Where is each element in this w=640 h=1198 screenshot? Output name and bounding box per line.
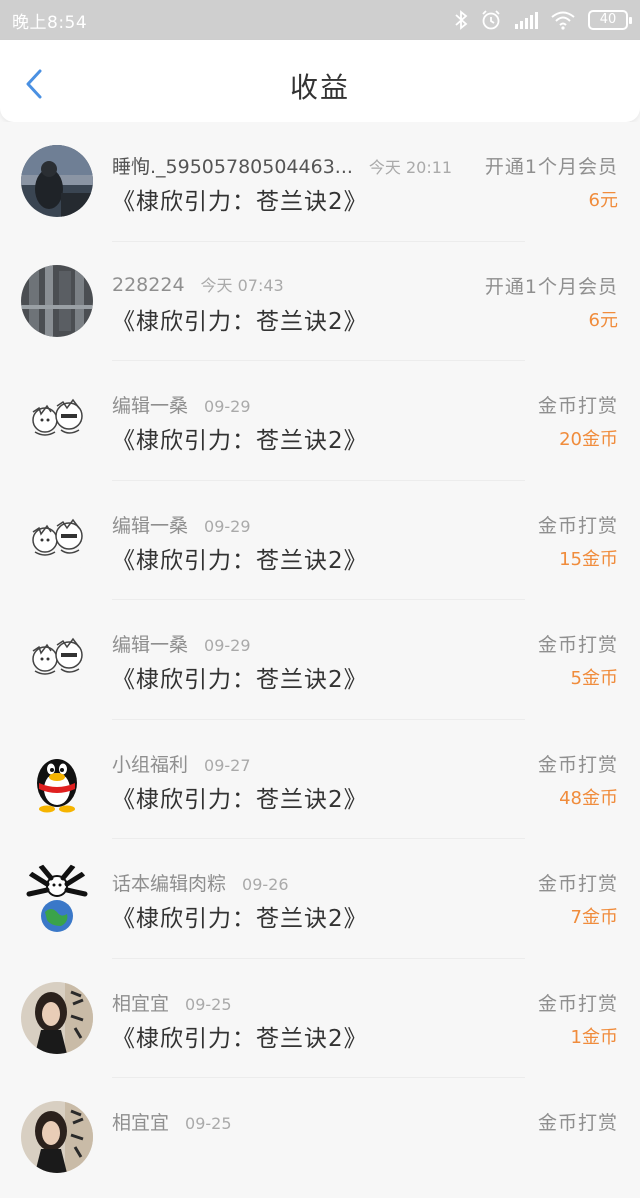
record-date: 09-27	[204, 755, 251, 775]
avatar	[21, 742, 93, 815]
earning-amount: 5金币	[570, 668, 618, 689]
avatar	[21, 623, 93, 695]
book-title: 《棣欣引力：苍兰诀2》	[112, 667, 368, 693]
record-date: 09-25	[185, 994, 232, 1014]
list-item[interactable]: 228224 今天 07:43 《棣欣引力：苍兰诀2》 开通1个月会员 6元	[0, 241, 640, 361]
sender-line: 话本编辑肉粽 09-26	[112, 869, 289, 896]
sender-name: 编辑一桑	[112, 634, 189, 656]
sender-line: 相宜宜 09-25	[112, 1108, 232, 1135]
earning-amount: 1金币	[570, 1026, 618, 1048]
record-date: 今天 07:43	[200, 275, 284, 295]
sender-line: 编辑一桑 09-29	[112, 391, 251, 418]
earning-type: 金币打赏	[537, 873, 618, 895]
earning-amount: 6元	[588, 190, 618, 211]
list-item[interactable]: 话本编辑肉粽 09-26 《棣欣引力：苍兰诀2》 金币打赏 7金币	[0, 839, 640, 959]
avatar	[21, 862, 93, 934]
sender-line: 睡恂._59505780504463... 今天 20:11	[112, 152, 452, 179]
battery-icon: 40	[588, 10, 632, 30]
alarm-icon	[480, 9, 502, 31]
sender-name: 相宜宜	[112, 1112, 170, 1134]
list-item[interactable]: 小组福利 09-27 《棣欣引力：苍兰诀2》 金币打赏 48金币	[0, 719, 640, 839]
earning-type: 开通1个月会员	[484, 156, 618, 178]
list-item[interactable]: 睡恂._59505780504463... 今天 20:11 《棣欣引力：苍兰诀2…	[0, 122, 640, 242]
list-item[interactable]: 相宜宜 09-25 《棣欣引力：苍兰诀2》 金币打赏 1金币	[0, 958, 640, 1078]
sender-name: 小组福利	[112, 753, 189, 776]
status-bar: 晚上8:54 40	[0, 0, 640, 40]
status-icons: 40	[454, 9, 632, 31]
sender-line: 编辑一桑 09-29	[112, 630, 251, 657]
book-title: 《棣欣引力：苍兰诀2》	[112, 308, 368, 335]
record-date: 09-29	[204, 516, 251, 536]
list-item[interactable]: 编辑一桑 09-29 《棣欣引力：苍兰诀2》 金币打赏 20金币	[0, 361, 640, 481]
earning-type: 金币打赏	[537, 753, 618, 776]
record-date: 09-25	[185, 1114, 232, 1133]
sender-line: 小组福利 09-27	[112, 750, 251, 777]
book-title: 《棣欣引力：苍兰诀2》	[112, 189, 368, 215]
signal-icon	[514, 11, 538, 29]
earning-amount: 20金币	[559, 429, 618, 450]
avatar	[21, 264, 93, 337]
earning-type: 开通1个月会员	[484, 275, 618, 298]
header-bar: 收益	[0, 40, 640, 122]
record-date: 09-29	[204, 636, 251, 655]
book-title: 《棣欣引力：苍兰诀2》	[112, 1025, 368, 1052]
earnings-list: 睡恂._59505780504463... 今天 20:11 《棣欣引力：苍兰诀2…	[0, 122, 640, 1198]
sender-line: 228224 今天 07:43	[112, 272, 284, 296]
sender-name: 编辑一桑	[112, 395, 189, 417]
page-title: 收益	[289, 71, 350, 104]
sender-name: 睡恂._59505780504463...	[112, 156, 353, 178]
sender-name: 话本编辑肉粽	[112, 873, 227, 895]
book-title: 《棣欣引力：苍兰诀2》	[112, 547, 368, 574]
book-title: 《棣欣引力：苍兰诀2》	[112, 786, 368, 813]
earning-type: 金币打赏	[537, 514, 618, 537]
list-item[interactable]: 编辑一桑 09-29 《棣欣引力：苍兰诀2》 金币打赏 5金币	[0, 600, 640, 720]
earning-type: 金币打赏	[537, 395, 618, 417]
avatar	[21, 1101, 93, 1173]
earning-type: 金币打赏	[537, 992, 618, 1015]
bluetooth-icon	[454, 10, 468, 30]
avatar	[21, 384, 93, 456]
avatar	[21, 981, 93, 1054]
record-date: 09-26	[242, 875, 289, 894]
record-date: 今天 20:11	[368, 158, 453, 177]
earning-amount: 48金币	[559, 787, 618, 809]
earning-type: 金币打赏	[537, 634, 618, 656]
sender-name: 228224	[112, 273, 185, 296]
avatar	[21, 145, 93, 217]
book-title: 《棣欣引力：苍兰诀2》	[112, 906, 368, 932]
earning-amount: 6元	[588, 309, 618, 331]
list-item[interactable]: 编辑一桑 09-29 《棣欣引力：苍兰诀2》 金币打赏 15金币	[0, 480, 640, 600]
sender-name: 编辑一桑	[112, 514, 189, 537]
sender-line: 相宜宜 09-25	[112, 989, 232, 1016]
record-date: 09-29	[204, 397, 251, 416]
wifi-icon	[550, 10, 576, 30]
avatar	[21, 503, 93, 576]
status-time: 晚上8:54	[12, 12, 88, 33]
book-title: 《棣欣引力：苍兰诀2》	[112, 428, 368, 454]
earning-amount: 15金币	[559, 548, 618, 570]
sender-line: 编辑一桑 09-29	[112, 511, 251, 538]
sender-name: 相宜宜	[112, 992, 170, 1015]
earning-type: 金币打赏	[537, 1112, 618, 1134]
earning-amount: 7金币	[570, 907, 618, 928]
